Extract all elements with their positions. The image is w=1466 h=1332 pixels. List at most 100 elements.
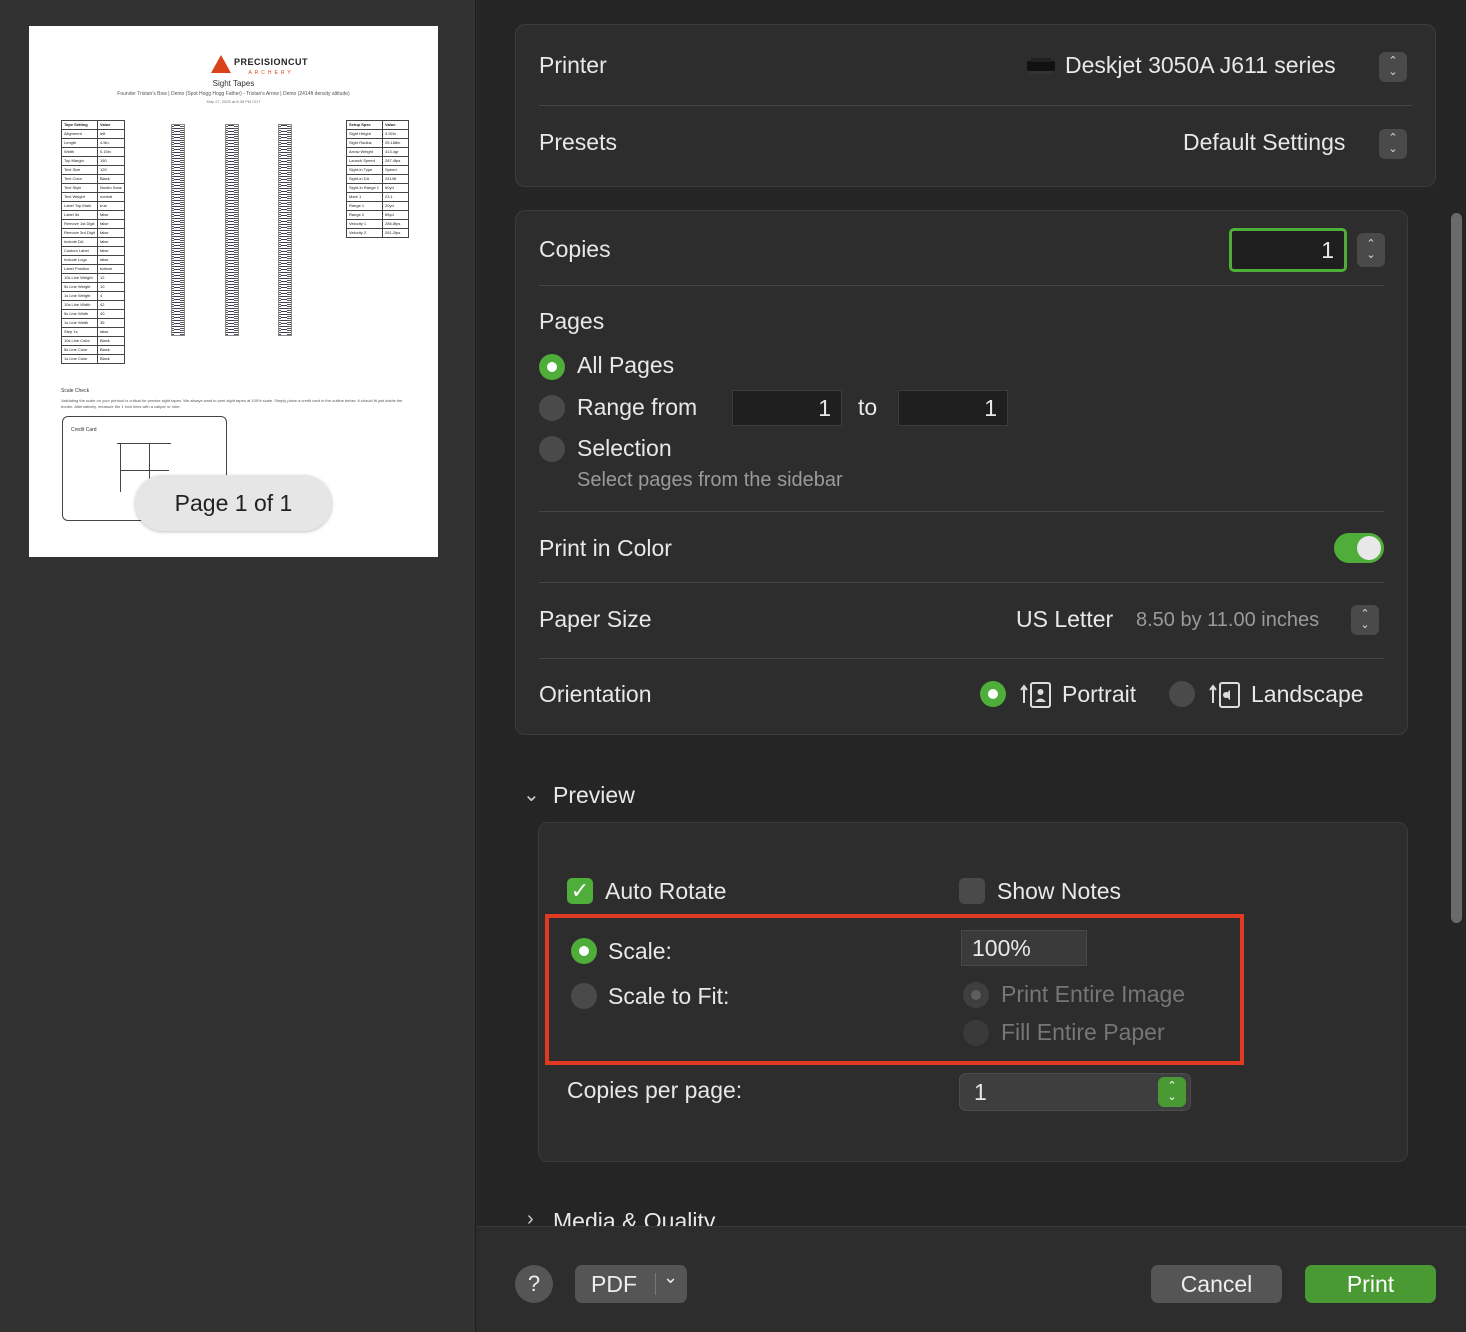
show-notes-label[interactable]: Show Notes	[997, 878, 1121, 905]
table-row: 5s Line Color Black	[61, 345, 125, 355]
table-row: Range 1 20yd	[346, 201, 409, 211]
card-guide-line	[121, 470, 169, 471]
table-cell: 413.4gr	[382, 147, 409, 157]
copies-stepper[interactable]: ⌃ ⌄	[1357, 233, 1385, 267]
range-end-input[interactable]: 1	[898, 390, 1008, 426]
table-cell: Nunito Sans	[97, 183, 125, 193]
table-cell: Text Size	[61, 165, 98, 175]
table-cell: Width	[61, 147, 98, 157]
copies-per-page-label: Copies per page:	[567, 1077, 743, 1103]
pdf-menu-button[interactable]: PDF ⌄	[575, 1265, 687, 1303]
table-cell: 60yd	[382, 183, 409, 193]
scale-to-fit-label[interactable]: Scale to Fit:	[608, 983, 729, 1010]
presets-value: Default Settings	[1183, 129, 1346, 155]
scale-to-fit-radio[interactable]	[571, 983, 597, 1009]
table-cell: normal	[97, 192, 125, 202]
chevron-right-icon: ›	[527, 1208, 534, 1226]
table-cell: Tape Setting	[61, 120, 98, 130]
copies-input[interactable]: 1	[1229, 228, 1347, 272]
auto-rotate-label[interactable]: Auto Rotate	[605, 878, 726, 905]
table-cell: 65yd	[382, 210, 409, 220]
table-cell: Remove 1st Digit	[61, 219, 98, 229]
scale-label[interactable]: Scale:	[608, 938, 672, 965]
scale-check-title: Scale Check	[61, 388, 90, 394]
scale-radio[interactable]	[571, 938, 597, 964]
table-cell: Sight Radius	[346, 138, 383, 148]
table-cell: 35	[97, 318, 125, 328]
selection-label[interactable]: Selection	[577, 435, 672, 462]
divider	[539, 105, 1412, 106]
scrollbar[interactable]	[1451, 213, 1462, 923]
table-cell: 42	[97, 300, 125, 310]
range-start-input[interactable]: 1	[732, 390, 842, 426]
landscape-radio[interactable]	[1169, 681, 1195, 707]
table-cell: false	[97, 210, 125, 220]
portrait-label[interactable]: Portrait	[1062, 681, 1136, 708]
all-pages-radio[interactable]	[539, 354, 565, 380]
dialog-footer: ? PDF ⌄ Cancel Print	[477, 1226, 1466, 1332]
table-cell: false	[97, 246, 125, 256]
print-entire-image-label[interactable]: Print Entire Image	[1001, 981, 1185, 1008]
table-row: Label 5s false	[61, 210, 125, 220]
preview-section-label: Preview	[553, 782, 635, 808]
landscape-icon	[1209, 682, 1240, 708]
table-cell: Remove 3rd Digit	[61, 228, 98, 238]
card-guide-line	[117, 443, 171, 444]
table-row: Sight Height 3.92in	[346, 129, 409, 139]
card-guide-line	[120, 444, 121, 492]
logo-text: PRECISIONCUT	[234, 57, 309, 67]
table-cell: Speed	[382, 165, 409, 175]
table-row: Label Position bottom	[61, 264, 125, 274]
table-row: Text Color Black	[61, 174, 125, 184]
table-cell: Sight-In Range 1	[346, 183, 383, 193]
fill-entire-paper-label[interactable]: Fill Entire Paper	[1001, 1019, 1165, 1046]
cancel-button[interactable]: Cancel	[1151, 1265, 1282, 1303]
all-pages-label[interactable]: All Pages	[577, 352, 674, 379]
preview-disclosure[interactable]: ⌄ Preview	[523, 780, 723, 814]
table-row: Include Logo false	[61, 255, 125, 265]
table-cell: Text Style	[61, 183, 98, 193]
scale-input[interactable]: 100%	[961, 930, 1087, 966]
table-cell: Length	[61, 138, 98, 148]
divider	[539, 511, 1384, 512]
landscape-label[interactable]: Landscape	[1251, 681, 1364, 708]
selection-radio[interactable]	[539, 436, 565, 462]
presets-label: Presets	[539, 129, 617, 155]
copies-per-page-chevron-icon: ⌃ ⌄	[1158, 1077, 1186, 1107]
portrait-radio[interactable]	[980, 681, 1006, 707]
media-quality-disclosure[interactable]: › Media & Quality	[523, 1206, 783, 1226]
table-row: Text Style Nunito Sans	[61, 183, 125, 193]
table-row: 1s Line Color Black	[61, 354, 125, 364]
table-cell: 5s Line Width	[61, 309, 98, 319]
range-from-label[interactable]: Range from	[577, 394, 697, 421]
scale-check-text: Validating the scale on your printout is…	[61, 398, 403, 409]
table-cell: 23.1	[382, 192, 409, 202]
auto-rotate-checkbox[interactable]: ✓	[567, 878, 593, 904]
print-button[interactable]: Print	[1305, 1265, 1436, 1303]
sight-tape-3	[278, 124, 292, 336]
show-notes-checkbox[interactable]	[959, 878, 985, 904]
chevron-down-icon: ⌄	[663, 1267, 679, 1287]
paper-size-select[interactable]: US Letter 8.50 by 11.00 inches ⌃ ⌄	[1013, 602, 1383, 638]
fill-entire-paper-radio[interactable]	[963, 1020, 989, 1046]
printer-select[interactable]: Deskjet 3050A J611 series ⌃ ⌄	[1023, 50, 1413, 84]
doc-subtitle: Founder Tristan's Bow | Demo (Spot Hogg …	[117, 91, 350, 97]
copies-per-page-value: 1	[974, 1078, 987, 1105]
copies-label: Copies	[539, 236, 611, 262]
divider	[539, 658, 1384, 659]
copies-per-page-select[interactable]: 1 ⌃ ⌄	[959, 1073, 1191, 1111]
range-to-label: to	[858, 394, 878, 420]
setup-spec-table: Setup Spec Value Sight Height 3.92in Sight R…	[346, 120, 409, 238]
help-button[interactable]: ?	[515, 1265, 553, 1303]
table-cell: 25.188in	[382, 138, 409, 148]
table-row: Include DA false	[61, 237, 125, 247]
range-radio[interactable]	[539, 395, 565, 421]
table-row: Text Weight normal	[61, 192, 125, 202]
print-in-color-toggle[interactable]	[1334, 533, 1384, 563]
presets-select[interactable]: Default Settings ⌃ ⌄	[1177, 127, 1413, 161]
table-row: 1s Line Weight 4	[61, 291, 125, 301]
table-row: Remove 3rd Digit false	[61, 228, 125, 238]
print-entire-image-radio[interactable]	[963, 982, 989, 1008]
table-cell: Text Weight	[61, 192, 98, 202]
pdf-label: PDF	[591, 1270, 637, 1297]
